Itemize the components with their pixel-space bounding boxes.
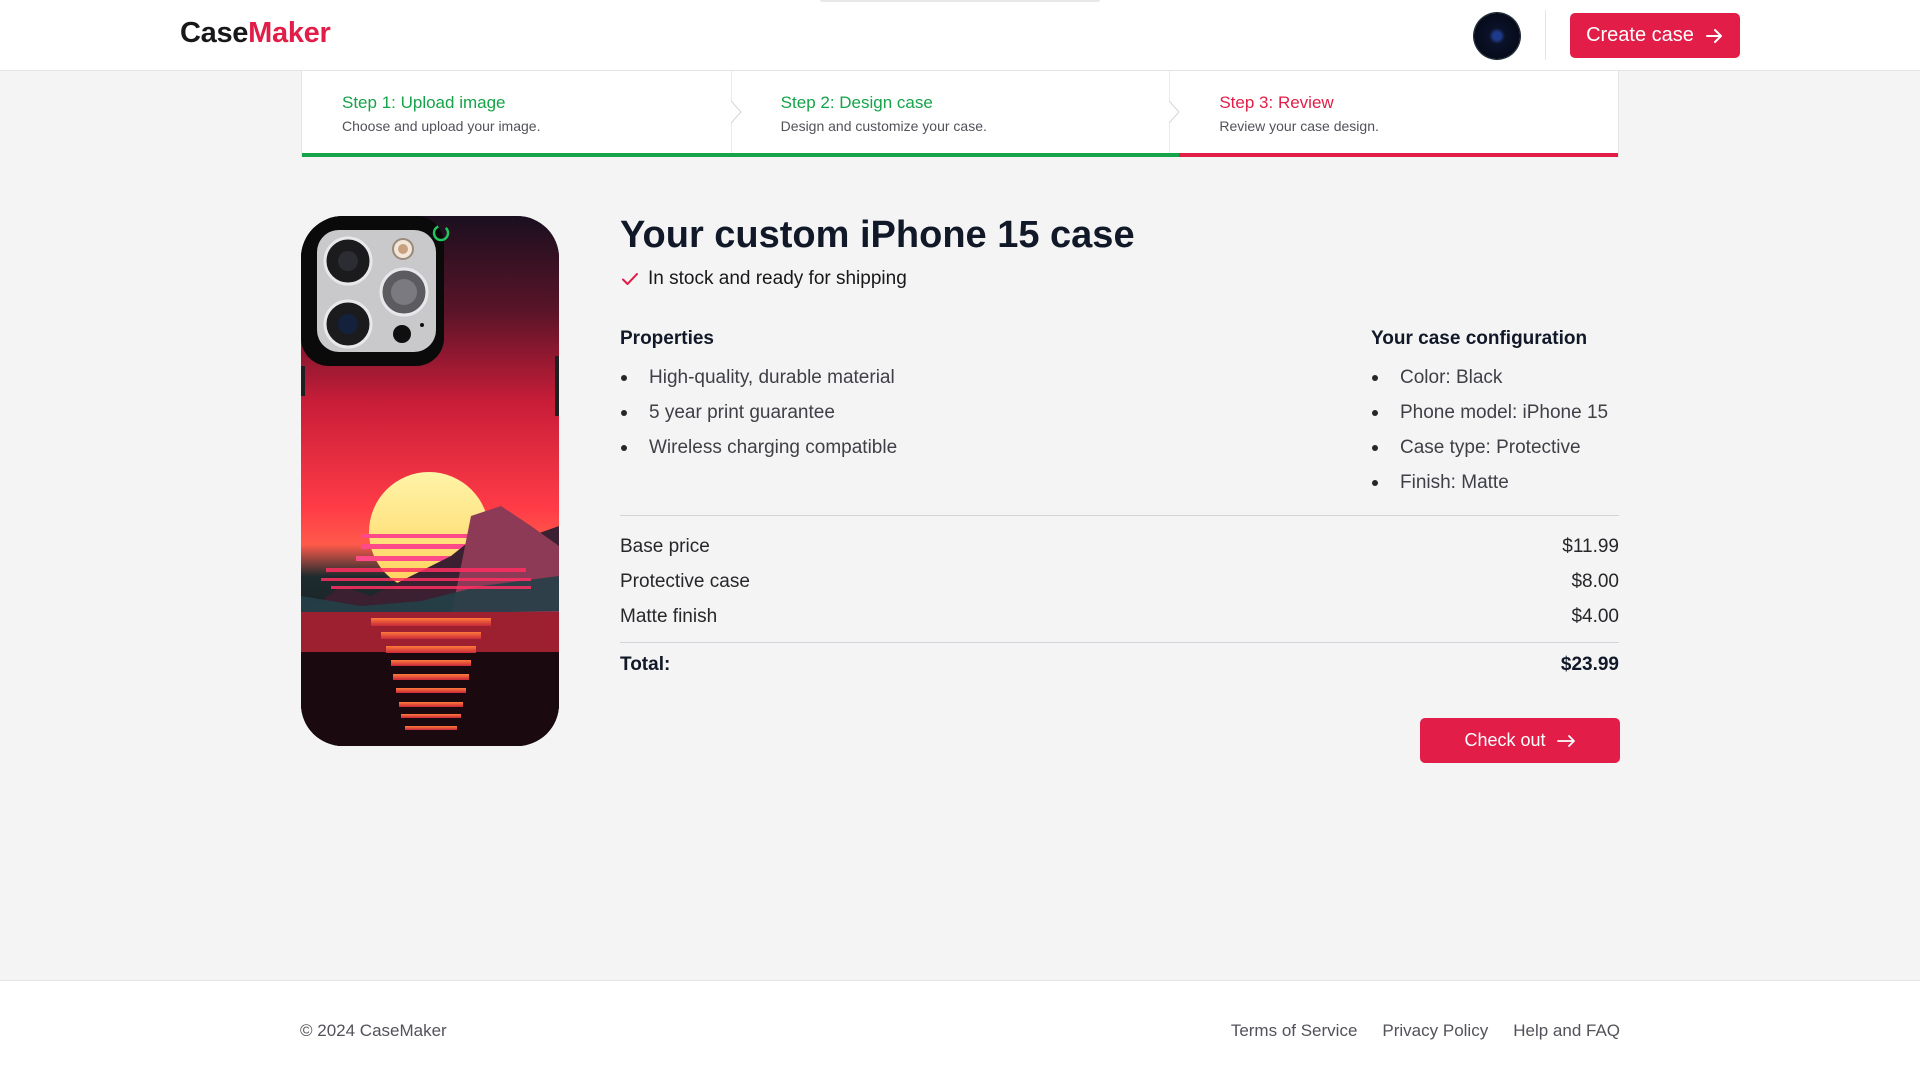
list-item: Phone model: iPhone 15	[1371, 395, 1608, 430]
header-decoration	[820, 0, 1100, 2]
step-title: Step 2: Design case	[780, 93, 933, 112]
price-label: Protective case	[620, 571, 750, 592]
price-row: Base price $11.99	[620, 529, 1619, 564]
configuration-section: Your case configuration Color: Black Pho…	[1371, 328, 1608, 500]
price-value: $11.99	[1562, 536, 1619, 557]
check-icon	[622, 273, 638, 285]
progress-steps: Step 1: Upload image Choose and upload y…	[301, 71, 1619, 157]
total-row: Total: $23.99	[620, 654, 1619, 676]
step-progress-bar	[740, 153, 1180, 157]
list-item: Case type: Protective	[1371, 430, 1608, 465]
phone-case-preview	[301, 216, 559, 746]
stock-status-text: In stock and ready for shipping	[648, 268, 907, 289]
step-description: Choose and upload your image.	[342, 118, 541, 134]
price-value: $4.00	[1571, 606, 1619, 627]
site-footer: © 2024 CaseMaker Terms of Service Privac…	[0, 980, 1920, 1080]
step-title: Step 3: Review	[1219, 93, 1334, 112]
list-item: Wireless charging compatible	[620, 430, 897, 465]
case-design-image	[301, 216, 559, 746]
header-divider	[1545, 10, 1546, 60]
step-separator-chevron	[730, 71, 742, 153]
user-avatar[interactable]	[1474, 13, 1520, 59]
step-progress-bar	[1179, 153, 1619, 157]
list-item: High-quality, durable material	[620, 360, 897, 395]
terms-of-service-link[interactable]: Terms of Service	[1231, 1021, 1358, 1041]
copyright-text: © 2024 CaseMaker	[300, 1021, 447, 1040]
properties-heading: Properties	[620, 328, 714, 349]
price-label: Base price	[620, 536, 710, 557]
list-item: 5 year print guarantee	[620, 395, 897, 430]
logo-text-maker: Maker	[248, 17, 331, 49]
step-progress-bar	[302, 153, 741, 157]
divider	[620, 642, 1619, 643]
checkout-button[interactable]: Check out	[1420, 718, 1620, 763]
step-upload-image: Step 1: Upload image Choose and upload y…	[302, 71, 742, 157]
configuration-heading: Your case configuration	[1371, 328, 1588, 349]
step-title: Step 1: Upload image	[342, 93, 506, 112]
step-separator-chevron	[1169, 71, 1181, 153]
price-row: Protective case $8.00	[620, 564, 1619, 599]
divider	[620, 515, 1619, 516]
privacy-policy-link[interactable]: Privacy Policy	[1382, 1021, 1488, 1041]
create-case-button[interactable]: Create case	[1570, 13, 1740, 58]
properties-section: Properties High-quality, durable materia…	[620, 328, 897, 465]
price-breakdown: Base price $11.99 Protective case $8.00 …	[620, 529, 1619, 634]
configuration-list: Color: Black Phone model: iPhone 15 Case…	[1371, 360, 1608, 500]
arrow-right-icon	[1556, 734, 1575, 747]
stock-status: In stock and ready for shipping	[620, 268, 907, 290]
logo-text-case: Case	[180, 17, 249, 49]
step-description: Review your case design.	[1219, 118, 1379, 134]
price-value: $8.00	[1571, 571, 1619, 592]
step-review: Step 3: Review Review your case design.	[1179, 71, 1619, 157]
total-label: Total:	[620, 654, 671, 675]
arrow-right-icon	[1705, 28, 1722, 43]
price-label: Matte finish	[620, 606, 718, 627]
checkout-label: Check out	[1464, 730, 1546, 750]
create-case-label: Create case	[1586, 24, 1694, 46]
help-faq-link[interactable]: Help and FAQ	[1513, 1021, 1620, 1041]
product-title: Your custom iPhone 15 case	[620, 214, 1135, 256]
step-description: Design and customize your case.	[780, 118, 987, 134]
casemaker-logo[interactable]: CaseMaker	[180, 17, 331, 50]
list-item: Color: Black	[1371, 360, 1608, 395]
list-item: Finish: Matte	[1371, 465, 1608, 500]
footer-links: Terms of Service Privacy Policy Help and…	[1231, 1021, 1620, 1041]
step-design-case: Step 2: Design case Design and customize…	[740, 71, 1181, 157]
price-row: Matte finish $4.00	[620, 599, 1619, 634]
properties-list: High-quality, durable material 5 year pr…	[620, 360, 897, 465]
total-value: $23.99	[1560, 654, 1619, 675]
top-navbar: CaseMaker Create case	[0, 0, 1920, 71]
